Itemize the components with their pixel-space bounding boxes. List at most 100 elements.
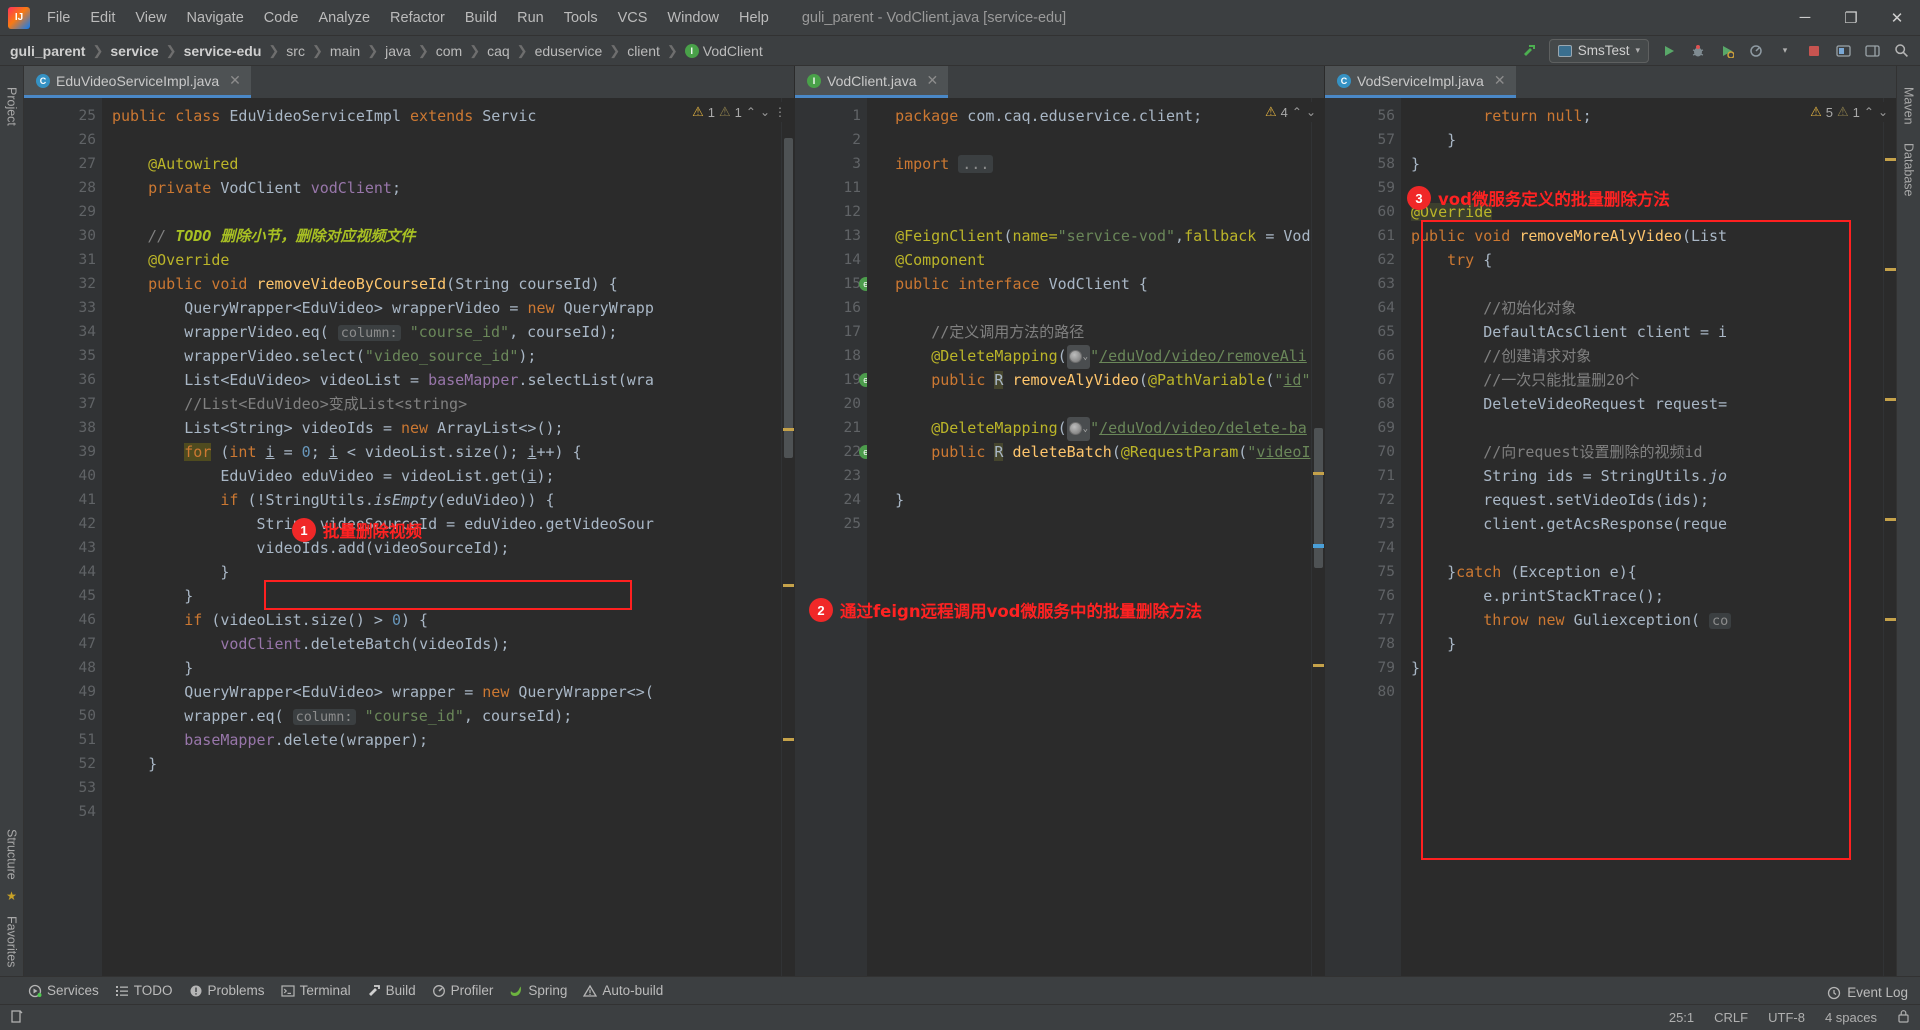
code-line[interactable]: @DeleteMapping(⌄ "/eduVod/video/delete-ba xyxy=(867,416,1311,441)
code-line[interactable]: wrapperVideo.eq( column: "course_id", co… xyxy=(102,320,781,344)
code-line[interactable]: //List<EduVideo>变成List<string> xyxy=(102,392,781,416)
sidebar-item-structure[interactable]: Structure xyxy=(2,820,22,889)
maximize-button[interactable]: ❐ xyxy=(1828,0,1874,36)
line-number[interactable]: 12 xyxy=(795,200,867,224)
code-line[interactable]: wrapperVideo.select("video_source_id"); xyxy=(102,344,781,368)
debug-button[interactable] xyxy=(1685,39,1711,63)
code-line[interactable] xyxy=(867,200,1311,224)
close-icon[interactable]: ✕ xyxy=(229,72,241,89)
search-icon[interactable] xyxy=(1888,39,1914,63)
menu-item-view[interactable]: View xyxy=(126,6,175,30)
code-line[interactable]: public interface VodClient { xyxy=(867,272,1311,296)
next-problem-icon[interactable]: ⌄ xyxy=(760,105,770,119)
line-number[interactable]: 53 xyxy=(24,776,102,800)
line-number-gutter-3[interactable]: 5657▴58▴596061I↑62▾636465▾66▴676869▾7071… xyxy=(1325,98,1431,976)
code-line[interactable]: @Component xyxy=(867,248,1311,272)
run-with-coverage-button[interactable] xyxy=(1714,39,1740,63)
line-number[interactable]: 67 xyxy=(1325,368,1401,392)
menu-item-window[interactable]: Window xyxy=(658,6,728,30)
code-line[interactable] xyxy=(867,176,1311,200)
code-line[interactable] xyxy=(1401,680,1883,704)
bottom-tab-terminal[interactable]: Terminal xyxy=(280,983,351,998)
line-number[interactable]: 30 xyxy=(24,224,102,248)
code-line[interactable] xyxy=(1401,416,1883,440)
lock-icon[interactable] xyxy=(1897,1009,1910,1026)
code-line[interactable] xyxy=(867,392,1311,416)
code-line[interactable]: }catch (Exception e){ xyxy=(1401,560,1883,584)
menu-item-vcs[interactable]: VCS xyxy=(609,6,657,30)
line-number[interactable]: 60 xyxy=(1325,200,1401,224)
code-line[interactable]: baseMapper.delete(wrapper); xyxy=(102,728,781,752)
line-number[interactable]: 16 xyxy=(795,296,867,320)
code-line[interactable]: import ... xyxy=(867,152,1311,176)
line-number[interactable]: 48▴ xyxy=(24,656,132,680)
line-number[interactable]: 40 xyxy=(24,464,102,488)
menu-item-run[interactable]: Run xyxy=(508,6,553,30)
bottom-tab-problems[interactable]: Problems xyxy=(189,983,265,998)
line-number[interactable]: 39▾ xyxy=(24,440,132,464)
line-number[interactable]: 24 xyxy=(795,488,867,512)
line-number[interactable]: 59 xyxy=(1325,176,1401,200)
code-line[interactable]: DefaultAcsClient client = i xyxy=(1401,320,1883,344)
editor-2[interactable]: 123⊞111213▾14▴15↓16171819↓202122↓232425 … xyxy=(795,98,1324,976)
line-number[interactable]: 76 xyxy=(1325,584,1401,608)
line-number[interactable]: 17 xyxy=(795,320,867,344)
line-number[interactable]: 18 xyxy=(795,344,867,368)
line-number[interactable]: 21 xyxy=(795,416,867,440)
bottom-tab-spring[interactable]: Spring xyxy=(509,983,567,998)
line-number[interactable]: 15↓ xyxy=(795,272,897,296)
line-number[interactable]: 33 xyxy=(24,296,102,320)
inspection-widget-1[interactable]: ⚠ 1 ⚠ 1 ⌃ ⌄ ⋮ xyxy=(690,102,788,122)
line-number[interactable]: 34 xyxy=(24,320,102,344)
scroll-marker-bar-3[interactable] xyxy=(1883,98,1896,976)
line-number[interactable]: 79 xyxy=(1325,656,1401,680)
line-number[interactable]: 69▾ xyxy=(1325,416,1431,440)
code-line[interactable] xyxy=(867,512,1311,536)
code-line[interactable]: public void removeMoreAlyVideo(List xyxy=(1401,224,1883,248)
code-line[interactable]: List<String> videoIds = new ArrayList<>(… xyxy=(102,416,781,440)
line-number[interactable]: 22↓ xyxy=(795,440,897,464)
line-separator[interactable]: CRLF xyxy=(1714,1010,1748,1025)
breadcrumb-item-eduservice[interactable]: eduservice xyxy=(535,43,603,59)
indent-setting[interactable]: 4 spaces xyxy=(1825,1010,1877,1025)
code-line[interactable]: //初始化对象 xyxy=(1401,296,1883,320)
code-line[interactable]: DeleteVideoRequest request= xyxy=(1401,392,1883,416)
code-line[interactable]: String videoSourceId = eduVideo.getVideo… xyxy=(102,512,781,536)
bottom-tab-profiler[interactable]: Profiler xyxy=(432,983,493,998)
line-number[interactable]: 65▾ xyxy=(1325,320,1431,344)
line-number[interactable]: 19↓ xyxy=(795,368,897,392)
code-line[interactable]: List<EduVideo> videoList = baseMapper.se… xyxy=(102,368,781,392)
code-line[interactable]: } xyxy=(1401,632,1883,656)
code-line[interactable]: QueryWrapper<EduVideo> wrapper = new Que… xyxy=(102,680,781,704)
line-number[interactable]: 47 xyxy=(24,632,102,656)
line-number[interactable]: 11 xyxy=(795,176,867,200)
code-line[interactable]: public R deleteBatch(@RequestParam("vide… xyxy=(867,440,1311,464)
code-line[interactable]: throw new Guliexception( co xyxy=(1401,608,1883,632)
line-number[interactable]: 1 xyxy=(795,104,867,128)
line-number[interactable]: 49 xyxy=(24,680,102,704)
line-number[interactable]: 78 xyxy=(1325,632,1401,656)
code-line[interactable]: for (int i = 0; i < videoList.size(); i+… xyxy=(102,440,781,464)
code-line[interactable]: // TODO 删除小节，删除对应视频文件 xyxy=(102,224,781,248)
sidebar-item-maven[interactable]: Maven xyxy=(1899,78,1919,134)
scroll-marker-bar-1[interactable] xyxy=(781,98,794,976)
profile-button[interactable] xyxy=(1743,39,1769,63)
code-line[interactable]: public R removeAlyVideo(@PathVariable("i… xyxy=(867,368,1311,392)
menu-item-edit[interactable]: Edit xyxy=(81,6,124,30)
code-line[interactable] xyxy=(1401,272,1883,296)
line-number[interactable]: 68 xyxy=(1325,392,1401,416)
breadcrumb-item-src[interactable]: src xyxy=(286,43,305,59)
menu-item-navigate[interactable]: Navigate xyxy=(178,6,253,30)
code-line[interactable]: } xyxy=(102,656,781,680)
breadcrumb-item-caq[interactable]: caq xyxy=(487,43,510,59)
inspection-widget-2[interactable]: ⚠ 4 ⌃ ⌄ xyxy=(1262,102,1318,122)
line-number[interactable]: 41▾ xyxy=(24,488,132,512)
line-number[interactable]: 38 xyxy=(24,416,102,440)
line-number[interactable]: 61I↑ xyxy=(1325,224,1431,248)
code-line[interactable]: package com.caq.eduservice.client; xyxy=(867,104,1311,128)
close-icon[interactable]: ✕ xyxy=(1494,72,1506,89)
code-line[interactable]: } xyxy=(102,584,781,608)
sidebar-item-favorites[interactable]: Favorites xyxy=(2,907,22,976)
line-number[interactable]: 56 xyxy=(1325,104,1401,128)
code-line[interactable]: try { xyxy=(1401,248,1883,272)
